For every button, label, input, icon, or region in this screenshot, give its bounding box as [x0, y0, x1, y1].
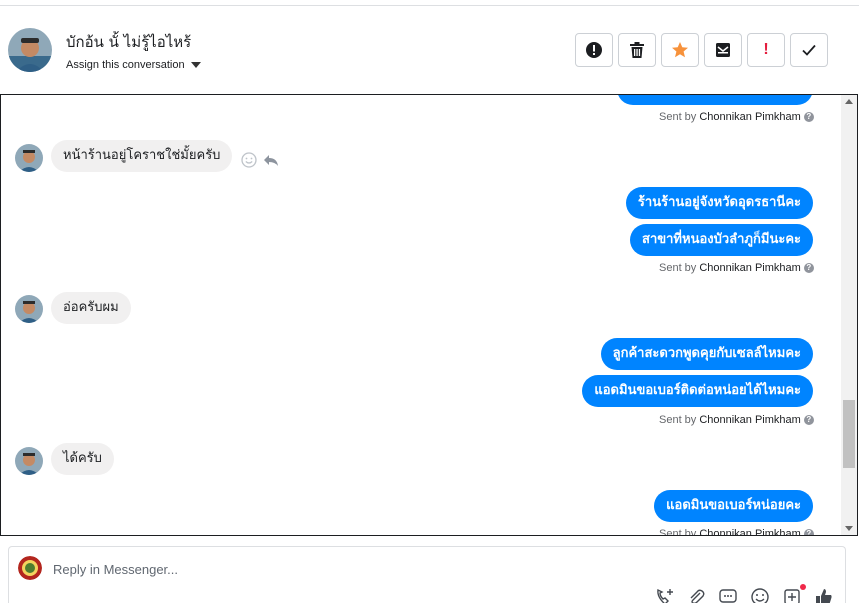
message-bubble-incoming[interactable]: หน้าร้านอยู่โคราชใช่มั้ยครับ — [51, 140, 233, 172]
mark-spam-button[interactable] — [575, 33, 613, 67]
help-icon[interactable]: ? — [803, 263, 814, 273]
message-bubble-outgoing-partial[interactable] — [617, 95, 813, 105]
message-bubble-outgoing[interactable]: แอดมินขอเบอร์หน่อยคะ — [654, 490, 813, 522]
cart-plus-icon — [784, 589, 800, 603]
message-bubble-outgoing[interactable]: ลูกค้าสะดวกพูดคุยกับเซลล์ไหมคะ — [600, 338, 813, 370]
exclamation-icon: ! — [763, 41, 769, 58]
delete-button[interactable] — [618, 33, 656, 67]
star-icon — [672, 42, 688, 58]
help-icon[interactable]: ? — [803, 415, 814, 425]
conversation-header: บักอ้น นั้ ไม่รู้ไอไหร้ Assign this conv… — [0, 6, 859, 94]
thread-scrollbar[interactable] — [841, 95, 857, 535]
message-bubble-incoming[interactable]: ได้ครับ — [51, 443, 114, 475]
contact-name: บักอ้น นั้ ไม่รู้ไอไหร้ — [66, 33, 192, 51]
send-like-button[interactable] — [814, 587, 838, 603]
scroll-up-arrow-icon[interactable] — [845, 99, 853, 104]
assign-conversation-dropdown[interactable]: Assign this conversation — [66, 59, 201, 71]
help-icon[interactable]: ? — [803, 112, 814, 122]
mark-unread-button[interactable] — [704, 33, 742, 67]
scroll-down-arrow-icon[interactable] — [845, 526, 853, 531]
reply-input[interactable] — [53, 557, 553, 581]
message-tools — [241, 152, 279, 168]
scroll-thumb[interactable] — [843, 400, 855, 468]
message-bubble-incoming[interactable]: อ่อครับผม — [51, 292, 131, 324]
paperclip-icon — [690, 589, 705, 603]
page-avatar — [18, 556, 42, 580]
alert-circle-icon — [586, 42, 602, 58]
contact-avatar-small[interactable] — [15, 447, 43, 475]
assign-label: Assign this conversation — [66, 59, 185, 71]
sent-by-label: Sent by Chonnikan Pimkham ? — [659, 528, 814, 535]
chat-bubble-icon — [719, 589, 737, 603]
inbox-conversation-view: บักอ้น นั้ ไม่รู้ไอไหร้ Assign this conv… — [0, 0, 859, 603]
phone-plus-icon — [657, 588, 673, 603]
trash-icon — [630, 42, 644, 58]
reply-arrow-icon[interactable] — [263, 152, 279, 168]
follow-up-button[interactable]: ! — [747, 33, 785, 67]
contact-avatar-small[interactable] — [15, 144, 43, 172]
mark-done-button[interactable] — [790, 33, 828, 67]
notification-dot — [800, 584, 806, 590]
sent-by-label: Sent by Chonnikan Pimkham ? — [659, 111, 814, 123]
message-bubble-outgoing[interactable]: แอดมินขอเบอร์ติดต่อหน่อยได้ไหมคะ — [582, 375, 813, 407]
sent-by-label: Sent by Chonnikan Pimkham ? — [659, 414, 814, 426]
message-bubble-outgoing[interactable]: สาขาที่หนองบัวลำภูก็มีนะคะ — [630, 224, 813, 256]
contact-avatar[interactable] — [8, 28, 52, 72]
check-icon — [802, 44, 816, 56]
smiley-icon — [751, 588, 769, 603]
sent-by-label: Sent by Chonnikan Pimkham ? — [659, 262, 814, 274]
message-thread[interactable]: Sent by Chonnikan Pimkham ? หน้าร้านอยู่… — [0, 94, 858, 536]
help-icon[interactable]: ? — [803, 529, 814, 535]
message-bubble-outgoing[interactable]: ร้านร้านอยู่จังหวัดอุดรธานีคะ — [625, 187, 813, 219]
contact-avatar-small[interactable] — [15, 295, 43, 323]
add-contact-button[interactable] — [654, 587, 678, 603]
star-button[interactable] — [661, 33, 699, 67]
composer-toolbar — [654, 584, 838, 603]
thumbs-up-icon — [816, 589, 832, 603]
header-actions: ! — [575, 33, 828, 67]
create-order-button[interactable] — [782, 584, 806, 603]
envelope-icon — [716, 43, 730, 57]
emoji-button[interactable] — [750, 587, 774, 603]
saved-replies-button[interactable] — [718, 587, 742, 603]
caret-down-icon — [190, 62, 201, 68]
attach-button[interactable] — [686, 587, 710, 603]
reply-composer — [8, 546, 846, 603]
emoji-reaction-icon[interactable] — [241, 152, 257, 168]
